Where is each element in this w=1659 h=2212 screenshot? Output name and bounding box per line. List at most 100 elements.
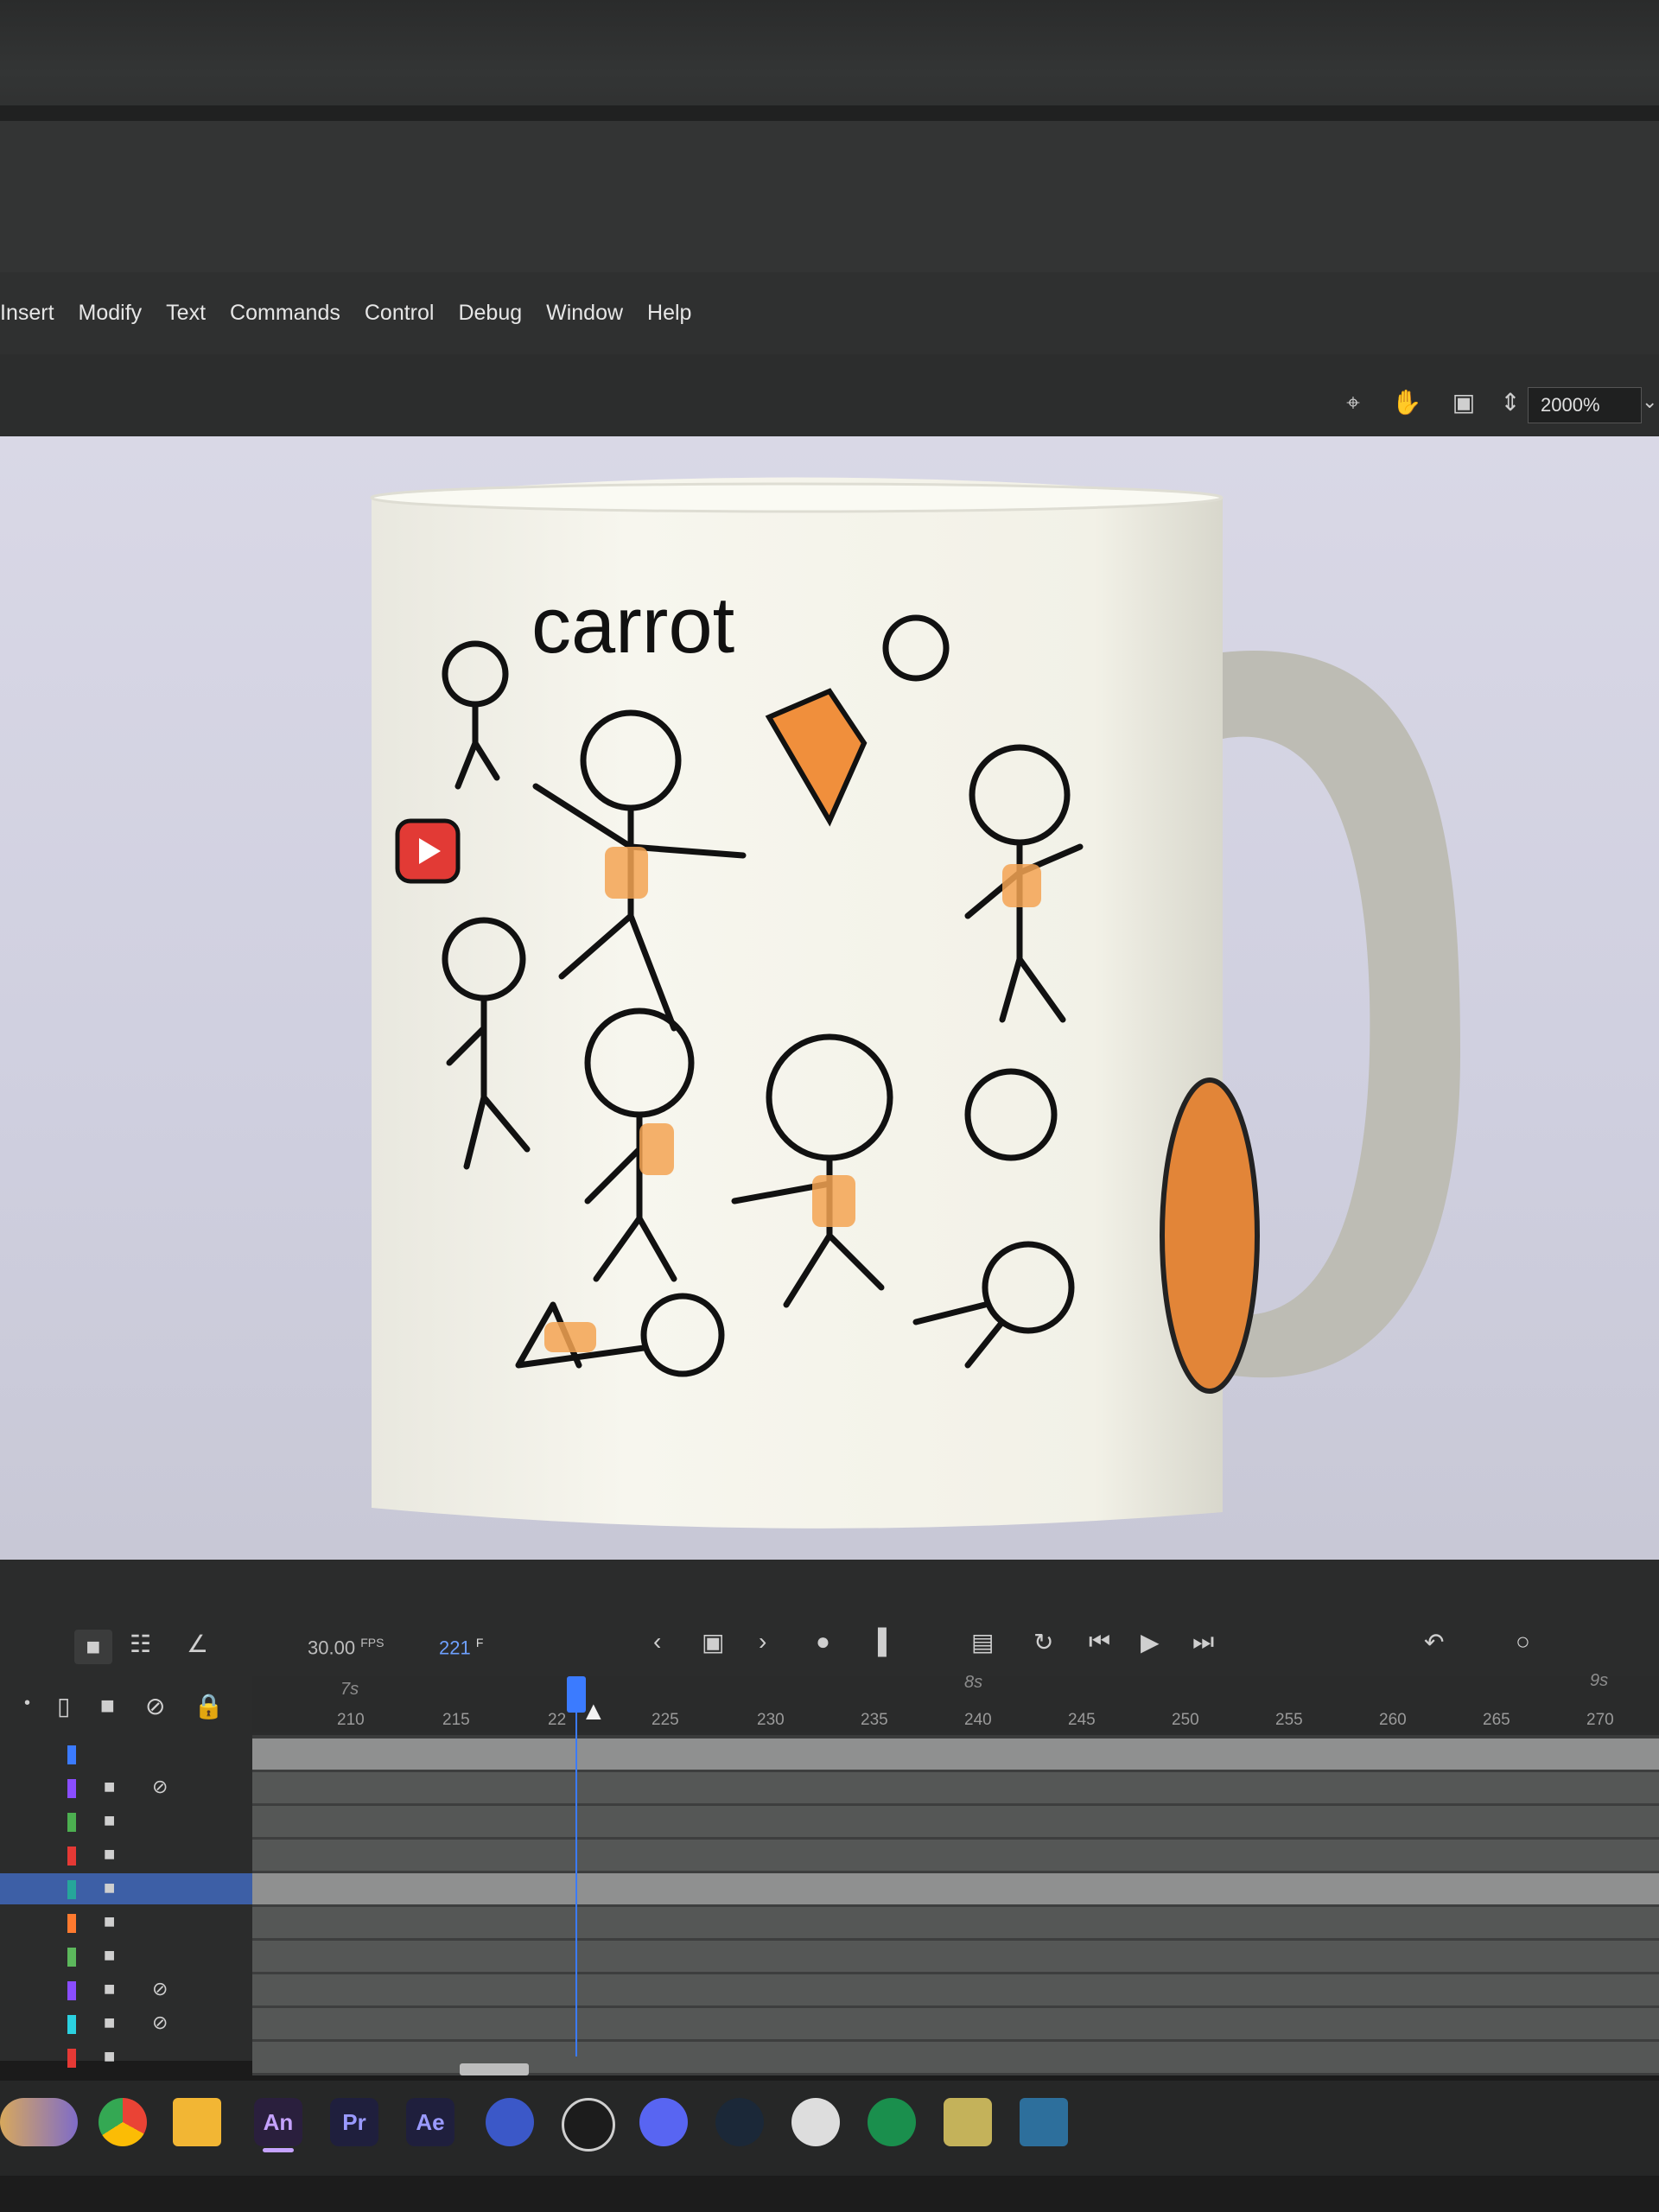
terminal-app-icon[interactable] [1020, 2098, 1068, 2146]
headset-app-icon[interactable] [486, 2098, 534, 2146]
keyframe-icon[interactable]: ▣ [702, 1628, 724, 1656]
menu-help[interactable]: Help [647, 301, 691, 326]
loop-icon[interactable]: ▤ [971, 1628, 994, 1656]
ruler-tick: 235 [861, 1711, 888, 1729]
ruler-tick: 230 [757, 1711, 785, 1729]
obs-icon[interactable] [562, 2098, 615, 2152]
onion-skin-icon[interactable]: ● [816, 1628, 830, 1656]
chevron-down-icon[interactable]: ⌄ [1642, 391, 1657, 413]
eye-hidden-icon[interactable]: ⊘ [152, 1776, 168, 1798]
dot-icon[interactable]: • [24, 1694, 30, 1713]
layer-track[interactable] [252, 1738, 1659, 1772]
step-forward-icon[interactable]: ⏭ [1192, 1628, 1214, 1656]
outline-icon[interactable]: ▯ [57, 1692, 70, 1720]
animate-app-icon[interactable]: An [254, 2098, 302, 2146]
graph-icon[interactable]: ∠ [187, 1630, 208, 1658]
second-marker: 8s [964, 1673, 983, 1692]
layer-row[interactable]: ■ ⊘ [0, 1772, 1659, 1806]
timeline-scrollbar[interactable] [460, 2063, 529, 2075]
layer-row[interactable]: ■ ⊘ [0, 1974, 1659, 2008]
layer-camera-icon[interactable]: ■ [104, 2045, 115, 2068]
eye-hidden-icon[interactable]: ⊘ [145, 1692, 165, 1720]
menu-insert[interactable]: Insert [0, 301, 54, 326]
layer-color-swatch[interactable] [67, 1813, 76, 1832]
layer-camera-icon[interactable]: ■ [104, 1809, 115, 1832]
chevron-right-icon[interactable]: › [759, 1628, 766, 1656]
frame-icon[interactable]: ▣ [1448, 387, 1479, 418]
layer-color-swatch[interactable] [67, 1914, 76, 1933]
layer-row[interactable]: ■ [0, 1907, 1659, 1941]
playhead[interactable] [575, 1676, 577, 2056]
after-effects-app-icon[interactable]: Ae [406, 2098, 454, 2146]
ruler-tick: 215 [442, 1711, 470, 1729]
mouse-cursor-icon: ▲ [581, 1697, 607, 1726]
layer-camera-icon[interactable]: ■ [104, 1877, 115, 1899]
layer-color-swatch[interactable] [67, 1880, 76, 1899]
layer-camera-icon[interactable]: ■ [104, 1978, 115, 2000]
layer-camera-icon[interactable]: ■ [104, 1944, 115, 1967]
layer-row[interactable] [0, 1738, 1659, 1772]
menu-debug[interactable]: Debug [458, 301, 522, 326]
layer-color-swatch[interactable] [67, 1779, 76, 1798]
stepper-icon[interactable]: ⇕ [1495, 387, 1526, 418]
menu-window[interactable]: Window [546, 301, 623, 326]
menu-control[interactable]: Control [365, 301, 435, 326]
premiere-app-icon[interactable]: Pr [330, 2098, 378, 2146]
layer-track[interactable] [252, 1873, 1659, 1907]
lock-icon[interactable]: 🔒 [194, 1692, 224, 1720]
repeat-icon[interactable]: ↻ [1033, 1628, 1053, 1656]
crosshair-icon[interactable]: ⌖ [1338, 387, 1369, 418]
camera-icon[interactable]: ■ [74, 1630, 112, 1664]
eye-hidden-icon[interactable]: ⊘ [152, 1978, 168, 2000]
layer-color-swatch[interactable] [67, 2015, 76, 2034]
layer-row[interactable]: ■ [0, 1873, 1659, 1907]
layer-track[interactable] [252, 1941, 1659, 1974]
layer-color-swatch[interactable] [67, 2049, 76, 2068]
layer-color-swatch[interactable] [67, 1981, 76, 2000]
current-frame-display[interactable]: 221 F [439, 1636, 483, 1659]
steam-icon[interactable] [715, 2098, 764, 2146]
layer-color-swatch[interactable] [67, 1847, 76, 1866]
hierarchy-icon[interactable]: ☷ [130, 1630, 151, 1658]
cat-app-icon[interactable] [791, 2098, 840, 2146]
layer-track[interactable] [252, 1974, 1659, 2008]
green-app-icon[interactable] [868, 2098, 916, 2146]
record-icon[interactable]: ○ [1516, 1628, 1530, 1656]
panel-divider[interactable] [0, 1560, 1659, 1586]
layer-camera-icon[interactable]: ■ [104, 2012, 115, 2034]
hand-icon[interactable]: ✋ [1391, 387, 1422, 418]
shield-app-icon[interactable] [944, 2098, 992, 2146]
frame-view-icon[interactable]: ▐ [869, 1628, 887, 1656]
play-icon[interactable]: ▶ [1141, 1628, 1160, 1656]
step-back-icon[interactable]: ⏮ [1089, 1628, 1110, 1656]
layer-row[interactable]: ■ [0, 2042, 1659, 2075]
wallpaper-thumb-icon[interactable] [0, 2098, 78, 2146]
menu-commands[interactable]: Commands [230, 301, 340, 326]
discord-icon[interactable] [639, 2098, 688, 2146]
layer-row[interactable]: ■ [0, 1941, 1659, 1974]
layer-track[interactable] [252, 1772, 1659, 1806]
layer-camera-icon[interactable]: ■ [104, 1910, 115, 1933]
zoom-input[interactable]: 2000% [1528, 387, 1642, 423]
layer-row[interactable]: ■ [0, 1806, 1659, 1840]
layer-camera-icon[interactable]: ■ [100, 1692, 115, 1719]
layer-track[interactable] [252, 1840, 1659, 1873]
layer-row[interactable]: ■ ⊘ [0, 2008, 1659, 2042]
layer-track[interactable] [252, 1907, 1659, 1941]
layer-color-swatch[interactable] [67, 1745, 76, 1764]
layer-row[interactable]: ■ [0, 1840, 1659, 1873]
folder-icon[interactable] [173, 2098, 221, 2146]
undo-icon[interactable]: ↶ [1424, 1628, 1444, 1656]
layer-color-swatch[interactable] [67, 1948, 76, 1967]
monitor-bottom-bezel [0, 2176, 1659, 2212]
chrome-icon[interactable] [99, 2098, 147, 2146]
layer-camera-icon[interactable]: ■ [104, 1843, 115, 1866]
layer-camera-icon[interactable]: ■ [104, 1776, 115, 1798]
layer-track[interactable] [252, 1806, 1659, 1840]
menu-modify[interactable]: Modify [79, 301, 143, 326]
fps-display[interactable]: 30.00 FPS [308, 1636, 384, 1659]
layer-track[interactable] [252, 2008, 1659, 2042]
eye-hidden-icon[interactable]: ⊘ [152, 2012, 168, 2034]
menu-text[interactable]: Text [166, 301, 206, 326]
chevron-left-icon[interactable]: ‹ [653, 1628, 661, 1656]
